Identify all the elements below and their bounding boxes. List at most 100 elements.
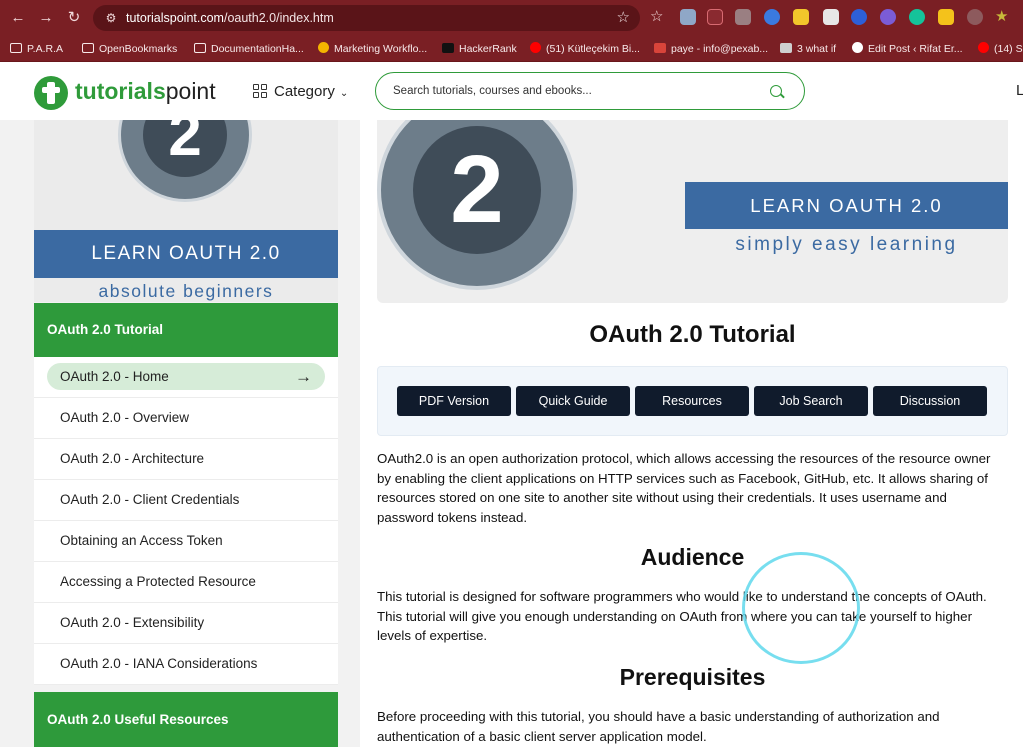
tutorial-hero-image: 2 LEARN OAUTH 2.0 simply easy learning	[377, 120, 1008, 303]
site-logo[interactable]: tutorialspoint	[75, 76, 216, 106]
bookmark-para[interactable]: P.A.R.A	[10, 41, 63, 57]
youtube-icon	[530, 42, 541, 53]
hero-badge-number: 2	[450, 136, 504, 243]
bookmark-label: HackerRank	[459, 43, 517, 55]
search-input[interactable]: Search tutorials, courses and ebooks...	[375, 72, 805, 110]
extension-icon-9[interactable]	[938, 9, 954, 25]
sidebar-item-iana[interactable]: OAuth 2.0 - IANA Considerations	[34, 644, 338, 685]
youtube-icon	[978, 42, 989, 53]
job-search-button[interactable]: Job Search	[754, 386, 868, 416]
pdf-version-button[interactable]: PDF Version	[397, 386, 511, 416]
bookmark-youtube-2[interactable]: (14) Sp	[978, 41, 1023, 57]
bookmark-marketing[interactable]: Marketing Workflo...	[318, 41, 427, 57]
folder-icon	[194, 43, 206, 53]
extension-icon-1[interactable]	[680, 9, 696, 25]
bookmark-icon	[780, 43, 792, 53]
tutorialspoint-logo-icon[interactable]	[34, 76, 68, 110]
badge-number: 2	[168, 120, 202, 168]
hero-banner-tagline: simply easy learning	[735, 234, 958, 255]
bookmark-label: OpenBookmarks	[99, 43, 178, 55]
bookmark-wordpress[interactable]: Edit Post ‹ Rifat Er...	[852, 41, 963, 57]
site-header: tutorialspoint Category ⌄ Search tutorial…	[0, 62, 1023, 120]
sidebar-item-label: OAuth 2.0 - Home	[60, 369, 169, 384]
discussion-button[interactable]: Discussion	[873, 386, 987, 416]
bookmark-what-if[interactable]: 3 what if	[780, 41, 836, 57]
sidebar-section-tutorial: OAuth 2.0 Tutorial	[34, 303, 338, 357]
search-placeholder: Search tutorials, courses and ebooks...	[393, 85, 592, 97]
extension-icon-5[interactable]	[793, 9, 809, 25]
category-label: Category	[274, 83, 335, 100]
bookmark-label: (14) Sp	[994, 43, 1023, 55]
sidebar-item-label: OAuth 2.0 - Overview	[60, 410, 190, 425]
sidebar-item-client-credentials[interactable]: OAuth 2.0 - Client Credentials	[34, 480, 338, 521]
bookmark-star-icon[interactable]: ☆	[617, 9, 630, 27]
sidebar-item-overview[interactable]: OAuth 2.0 - Overview	[34, 398, 338, 439]
bookmark-label: P.A.R.A	[27, 43, 63, 55]
sidebar-item-label: Obtaining an Access Token	[60, 533, 223, 548]
bookmark-label: paye - info@pexab...	[671, 43, 769, 55]
hero-banner-title: LEARN OAUTH 2.0	[750, 195, 943, 216]
prerequisites-paragraph: Before proceeding with this tutorial, yo…	[377, 709, 940, 744]
extension-icon-10[interactable]	[967, 9, 983, 25]
sidebar-item-extensibility[interactable]: OAuth 2.0 - Extensibility	[34, 603, 338, 644]
star-icon[interactable]: ☆	[650, 9, 666, 25]
back-icon[interactable]: ←	[8, 8, 28, 28]
url-path: /oauth2.0/index.htm	[223, 11, 334, 25]
bookmark-documentation[interactable]: DocumentationHa...	[194, 41, 304, 57]
sidebar-item-architecture[interactable]: OAuth 2.0 - Architecture	[34, 439, 338, 480]
address-bar[interactable]: ⚙ tutorialspoint.com/oauth2.0/index.htm …	[93, 5, 640, 31]
bookmark-hackerrank[interactable]: HackerRank	[442, 41, 517, 57]
bookmark-youtube-1[interactable]: (51) Kütleçekim Bi...	[530, 41, 640, 57]
sidebar-banner-title: LEARN OAUTH 2.0	[91, 243, 281, 264]
bookmark-label: Marketing Workflo...	[334, 43, 428, 55]
extension-icon-4[interactable]	[764, 9, 780, 25]
url-host: tutorialspoint.com	[126, 11, 224, 25]
extension-icon-2[interactable]	[707, 9, 723, 25]
category-menu-button[interactable]: Category ⌄	[253, 82, 348, 102]
header-link-cut[interactable]: L	[1016, 82, 1023, 99]
resources-button[interactable]: Resources	[635, 386, 749, 416]
extension-star-icon[interactable]: ★	[995, 9, 1011, 25]
extension-icon-3[interactable]	[735, 9, 751, 25]
folder-icon	[82, 43, 94, 53]
hackerrank-icon	[442, 43, 454, 53]
bookmark-label: DocumentationHa...	[211, 43, 304, 55]
sidebar-item-protected-resource[interactable]: Accessing a Protected Resource	[34, 562, 338, 603]
reload-icon[interactable]: ↻	[64, 8, 84, 28]
audience-heading: Audience	[640, 544, 745, 570]
site-settings-icon[interactable]: ⚙	[103, 10, 119, 26]
sidebar-item-label: Accessing a Protected Resource	[60, 574, 256, 589]
sidebar-section-resources: OAuth 2.0 Useful Resources	[34, 692, 338, 747]
oauth-badge-large-icon: 2	[377, 120, 577, 290]
url-text: tutorialspoint.com/oauth2.0/index.htm	[126, 10, 334, 26]
grid-icon	[253, 84, 267, 98]
prerequisites-heading: Prerequisites	[619, 664, 766, 690]
search-icon[interactable]	[770, 85, 782, 97]
grammarly-icon[interactable]	[909, 9, 925, 25]
bookmark-openbookmarks[interactable]: OpenBookmarks	[82, 41, 177, 57]
intro-paragraph: OAuth2.0 is an open authorization protoc…	[377, 451, 991, 525]
audience-paragraph: This tutorial is designed for software p…	[377, 589, 987, 643]
bookmark-label: 3 what if	[797, 43, 837, 55]
extension-icon-8[interactable]	[880, 9, 896, 25]
sidebar-banner-image: 2 LEARN OAUTH 2.0 absolute beginners	[34, 120, 338, 302]
cursor-highlight-ring	[742, 552, 860, 664]
browser-toolbar: ← → ↻ ⚙ tutorialspoint.com/oauth2.0/inde…	[0, 0, 1023, 36]
bookmark-gmail[interactable]: paye - info@pexab...	[654, 41, 768, 57]
extension-icon-6[interactable]	[823, 9, 839, 25]
sidebar-item-label: OAuth 2.0 - Extensibility	[60, 615, 205, 630]
folder-icon	[10, 43, 22, 53]
chevron-down-icon: ⌄	[339, 88, 349, 99]
extension-icon-7[interactable]	[851, 9, 867, 25]
oauth-badge-icon: 2	[118, 120, 252, 202]
sidebar-item-label: OAuth 2.0 - Architecture	[60, 451, 205, 466]
sidebar-item-access-token[interactable]: Obtaining an Access Token	[34, 521, 338, 562]
bookmarks-bar: P.A.R.A OpenBookmarks DocumentationHa...…	[0, 36, 1023, 62]
forward-icon[interactable]: →	[36, 8, 56, 28]
sidebar-item-home[interactable]: OAuth 2.0 - Home →	[34, 357, 338, 398]
bookmark-label: (51) Kütleçekim Bi...	[546, 43, 640, 55]
drive-icon	[318, 42, 329, 53]
sidebar-banner-strip: LEARN OAUTH 2.0	[34, 230, 338, 278]
sidebar-item-label: OAuth 2.0 - IANA Considerations	[60, 656, 258, 671]
quick-guide-button[interactable]: Quick Guide	[516, 386, 630, 416]
